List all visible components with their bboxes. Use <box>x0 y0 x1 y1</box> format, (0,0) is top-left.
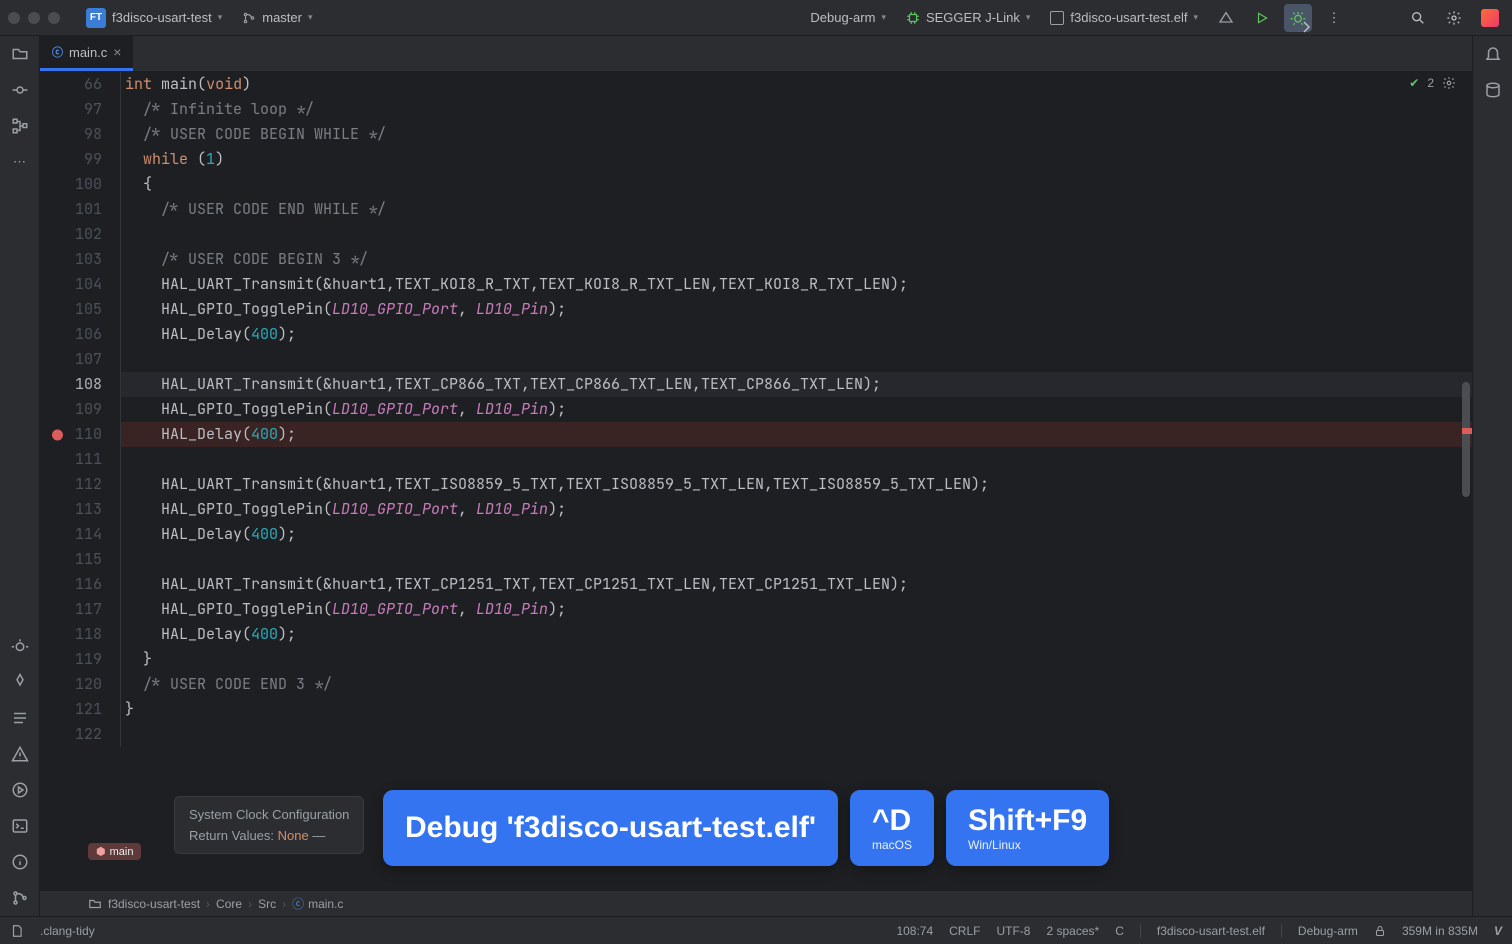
more-tools-icon[interactable]: ⋯ <box>10 152 30 172</box>
chevron-down-icon: ▾ <box>1026 12 1031 23</box>
product-icon[interactable] <box>1476 4 1504 32</box>
code-editor[interactable]: ✔ 2 669798991001011021031041051061071081… <box>40 72 1472 890</box>
services-tool-icon[interactable] <box>10 672 30 692</box>
minimize-window[interactable] <box>28 12 40 24</box>
win-shortcut-box: Shift+F9 Win/Linux <box>946 790 1109 866</box>
status-clang[interactable]: .clang-tidy <box>40 924 95 938</box>
top-toolbar: FT f3disco-usart-test ▾ master ▾ Debug-a… <box>0 0 1512 36</box>
status-lang[interactable]: C <box>1115 924 1124 938</box>
zoom-window[interactable] <box>48 12 60 24</box>
code-content[interactable]: int main(void) /* Infinite loop */ /* US… <box>120 72 1472 747</box>
debugger-name: SEGGER J-Link <box>926 10 1020 25</box>
run-tool-icon[interactable] <box>10 780 30 800</box>
editor-tabs: ⓒ main.c × <box>40 36 1472 72</box>
tab-filename: main.c <box>69 45 107 60</box>
problems-tool-icon[interactable] <box>10 744 30 764</box>
left-tool-strip: ⋯ <box>0 36 40 916</box>
presentation-assistant-overlay: Debug 'f3disco-usart-test.elf' ^D macOS … <box>383 790 1109 866</box>
status-context[interactable]: f3disco-usart-test.elf <box>1157 924 1265 938</box>
vcs-branch-selector[interactable]: master ▾ <box>236 7 318 28</box>
nav-bar-breadcrumbs[interactable]: f3disco-usart-test› Core› Src› ⓒ main.c <box>40 890 1472 916</box>
tab-main-c[interactable]: ⓒ main.c × <box>40 36 133 71</box>
debug-button[interactable] <box>1284 4 1312 32</box>
run-button[interactable] <box>1248 4 1276 32</box>
status-encoding[interactable]: UTF-8 <box>996 924 1030 938</box>
run-config-name: Debug-arm <box>810 10 875 25</box>
chevron-down-icon: ▾ <box>218 12 223 23</box>
doc-returns-label: Return Values: <box>189 828 274 843</box>
breakpoint-stripe-marker[interactable] <box>1462 428 1472 434</box>
c-file-icon: ⓒ <box>292 895 304 912</box>
file-icon <box>10 924 24 938</box>
action-name: Debug 'f3disco-usart-test.elf' <box>405 811 816 845</box>
structure-tool-icon[interactable] <box>10 116 30 136</box>
vcs-tool-icon[interactable] <box>10 888 30 908</box>
action-name-box: Debug 'f3disco-usart-test.elf' <box>383 790 838 866</box>
run-target-selector[interactable]: f3disco-usart-test.elf ▾ <box>1044 7 1204 28</box>
chevron-down-icon: ▾ <box>1193 12 1198 23</box>
close-window[interactable] <box>8 12 20 24</box>
doc-returns-value: None <box>278 828 309 843</box>
crumb-2[interactable]: Src <box>258 897 276 911</box>
more-actions-button[interactable]: ⋮ <box>1320 4 1348 32</box>
gutter-line-numbers[interactable]: 6697989910010110210310410510610710810911… <box>40 72 120 747</box>
close-tab-icon[interactable]: × <box>113 44 121 60</box>
project-tool-icon[interactable] <box>10 44 30 64</box>
info-tool-icon[interactable] <box>10 852 30 872</box>
c-file-icon: ⓒ <box>52 44 63 60</box>
vertical-scrollbar-thumb[interactable] <box>1462 382 1470 497</box>
run-config-selector[interactable]: Debug-arm ▾ <box>804 7 892 28</box>
debug-tool-icon[interactable] <box>10 636 30 656</box>
branch-icon <box>242 11 256 25</box>
build-button[interactable] <box>1212 4 1240 32</box>
win-label: Win/Linux <box>968 838 1087 852</box>
project-name: f3disco-usart-test <box>112 10 212 25</box>
chevron-down-icon: ▾ <box>881 12 886 23</box>
status-v-icon[interactable]: V <box>1494 924 1502 938</box>
lock-icon[interactable] <box>1374 925 1386 937</box>
database-tool-icon[interactable] <box>1483 80 1503 100</box>
project-selector[interactable]: FT f3disco-usart-test ▾ <box>80 5 228 31</box>
doc-dash: — <box>312 828 325 843</box>
status-caret-pos[interactable]: 108:74 <box>896 924 933 938</box>
settings-button[interactable] <box>1440 4 1468 32</box>
doc-title: System Clock Configuration <box>189 807 349 822</box>
debugger-selector[interactable]: SEGGER J-Link ▾ <box>900 7 1036 28</box>
status-bar: .clang-tidy 108:74 CRLF UTF-8 2 spaces* … <box>0 916 1512 944</box>
context-badge[interactable]: ⬢main <box>88 843 141 860</box>
bookmarks-tool-icon[interactable] <box>10 708 30 728</box>
project-badge-icon: FT <box>86 8 106 28</box>
mac-shortcut: ^D <box>872 804 912 838</box>
status-memory[interactable]: 359M in 835M <box>1402 924 1478 938</box>
branch-name: master <box>262 10 302 25</box>
mac-shortcut-box: ^D macOS <box>850 790 934 866</box>
mac-label: macOS <box>872 838 912 852</box>
quick-doc-popup: System Clock Configuration Return Values… <box>174 796 364 854</box>
status-config[interactable]: Debug-arm <box>1298 924 1358 938</box>
crumb-1[interactable]: Core <box>216 897 242 911</box>
chevron-down-icon: ▾ <box>308 12 313 23</box>
folder-icon <box>88 897 102 911</box>
target-icon <box>1050 11 1064 25</box>
right-tool-strip <box>1472 36 1512 916</box>
crumb-0[interactable]: f3disco-usart-test <box>108 897 200 911</box>
status-line-sep[interactable]: CRLF <box>949 924 980 938</box>
window-controls <box>8 12 60 24</box>
run-target-name: f3disco-usart-test.elf <box>1070 10 1187 25</box>
notifications-icon[interactable] <box>1483 44 1503 64</box>
chip-icon <box>906 11 920 25</box>
status-indent[interactable]: 2 spaces* <box>1046 924 1099 938</box>
terminal-tool-icon[interactable] <box>10 816 30 836</box>
crumb-3[interactable]: main.c <box>308 897 343 911</box>
commit-tool-icon[interactable] <box>10 80 30 100</box>
search-button[interactable] <box>1404 4 1432 32</box>
win-shortcut: Shift+F9 <box>968 804 1087 838</box>
